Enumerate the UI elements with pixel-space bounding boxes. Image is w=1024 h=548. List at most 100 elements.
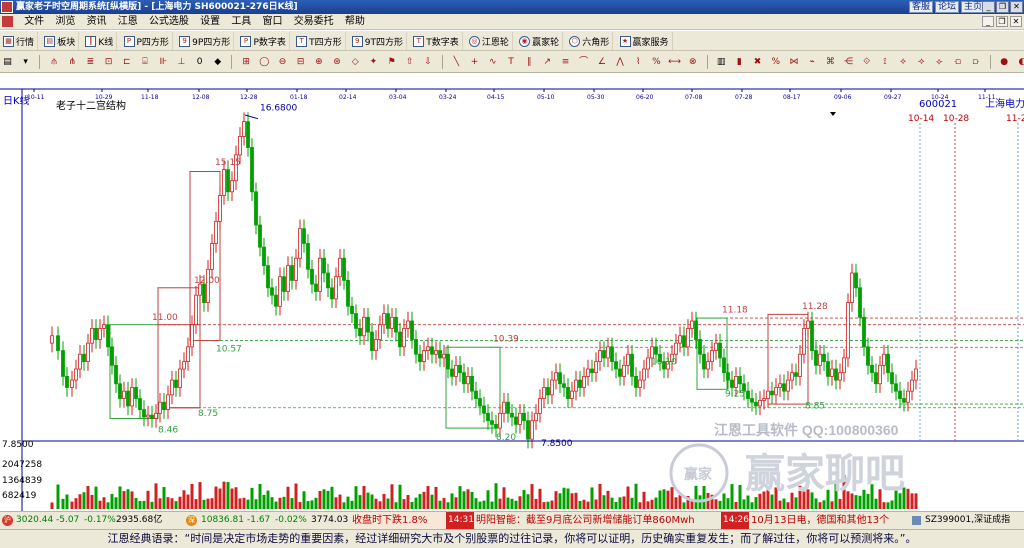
pin-icon[interactable]: ⊥: [175, 55, 188, 69]
news-ticker-1[interactable]: 收盘时下跌1.8%: [352, 512, 444, 529]
measure-tool-icon[interactable]: ⟷: [668, 55, 681, 69]
kline-chart-panel[interactable]: 10-11 10-29 11-18 12-08 12-28 01-18 02-14 03-04…: [0, 73, 1024, 511]
volume-bar: [226, 482, 230, 509]
sectors-button[interactable]: ▤ 板块: [41, 32, 80, 50]
t-table-button[interactable]: T T数字表: [410, 32, 463, 50]
percent-icon[interactable]: %: [769, 55, 782, 69]
menu-formula-screen[interactable]: 公式选股: [145, 14, 193, 30]
spiral-icon[interactable]: ⊛: [331, 55, 344, 69]
bias-icon[interactable]: ⟢: [915, 55, 928, 69]
text-tool-icon[interactable]: T: [504, 55, 517, 69]
mdi-restore-button[interactable]: ❐: [996, 16, 1008, 27]
arc-tool-icon[interactable]: ⌒: [577, 55, 590, 69]
percent-tool-icon[interactable]: %: [650, 55, 663, 69]
menu-app-icon[interactable]: [0, 14, 17, 30]
candle-body: [478, 398, 482, 407]
kline-chart[interactable]: 10-11 10-29 11-18 12-08 12-28 01-18 02-14 03-04…: [0, 73, 1024, 511]
vol-icon[interactable]: ▮: [733, 55, 746, 69]
obv-icon[interactable]: ⟟: [878, 55, 891, 69]
hexagon-button[interactable]: ⬡ 六角形: [566, 32, 614, 50]
volume-bar: [406, 494, 410, 509]
wave-tool-icon[interactable]: ∿: [486, 55, 499, 69]
status-index-code[interactable]: SZ399001,深证成指: [925, 512, 1010, 529]
circle-icon[interactable]: ◯: [258, 55, 271, 69]
line-tool-icon[interactable]: ╲: [450, 55, 463, 69]
diamond-icon[interactable]: ◆: [211, 55, 224, 69]
t-square-button[interactable]: T T四方形: [293, 32, 346, 50]
zero-icon[interactable]: 0: [193, 55, 206, 69]
up-arrow-icon[interactable]: ⇧: [403, 55, 416, 69]
layout-icon[interactable]: ▤: [1, 55, 14, 69]
menu-help[interactable]: 帮助: [341, 14, 369, 30]
flag-icon[interactable]: ⚑: [385, 55, 398, 69]
minimize-window-button[interactable]: _: [982, 1, 995, 13]
indicator-icon[interactable]: ▥: [715, 55, 728, 69]
9t-square-button[interactable]: 9 9T四方形: [349, 32, 408, 50]
kdj-icon[interactable]: ⌁: [806, 55, 819, 69]
forum-link[interactable]: 论坛: [935, 1, 960, 13]
period-label[interactable]: 日K线: [3, 94, 30, 107]
channel-icon[interactable]: ≣: [84, 55, 97, 69]
dropdown-arrow-icon[interactable]: ▾: [19, 55, 32, 69]
psy-icon[interactable]: ⟤: [951, 55, 964, 69]
rsi-icon[interactable]: ⌘: [824, 55, 837, 69]
mdi-minimize-button[interactable]: _: [982, 16, 994, 27]
macd-icon[interactable]: ✖: [751, 55, 764, 69]
menu-gann[interactable]: 江恩: [114, 14, 142, 30]
menu-file[interactable]: 文件: [20, 14, 48, 30]
bracket-icon[interactable]: ⊏: [120, 55, 133, 69]
fan-icon[interactable]: ⋔: [66, 55, 79, 69]
cycle-tool-icon[interactable]: ⌇: [632, 55, 645, 69]
rhombus-icon[interactable]: ◇: [349, 55, 362, 69]
customer-service-link[interactable]: 客服: [909, 1, 934, 13]
grid-lines-icon[interactable]: ⊟: [294, 55, 307, 69]
gann-square-icon[interactable]: ⊞: [240, 55, 253, 69]
ellipse-icon[interactable]: ⊖: [276, 55, 289, 69]
winner-wheel-button[interactable]: ◉ 赢家轮: [516, 32, 564, 50]
target-icon[interactable]: ⊕: [312, 55, 325, 69]
sz-index-value[interactable]: 10836.81: [201, 512, 244, 529]
sh-index-value[interactable]: 3020.44: [16, 512, 53, 529]
menu-trade[interactable]: 交易委托: [290, 14, 338, 30]
menu-settings[interactable]: 设置: [196, 14, 224, 30]
split-icon[interactable]: ⊪: [157, 55, 170, 69]
mdi-close-button[interactable]: ✕: [1010, 16, 1022, 27]
news-ticker-3[interactable]: 10月13日电，德国和其他13个: [751, 512, 909, 529]
maximize-window-button[interactable]: ❐: [996, 1, 1009, 13]
wr-icon[interactable]: ⟐: [860, 55, 873, 69]
dmi-icon[interactable]: ⟡: [897, 55, 910, 69]
zigzag-tool-icon[interactable]: ⋀: [614, 55, 627, 69]
pattern-tool-icon[interactable]: ⊗: [686, 55, 699, 69]
boll-icon[interactable]: ⋲: [842, 55, 855, 69]
p-square-button[interactable]: P P四方形: [121, 32, 173, 50]
palette-icon[interactable]: ◐: [1016, 55, 1024, 69]
gann-wheel-button[interactable]: ◎ 江恩轮: [466, 32, 513, 50]
ma-icon[interactable]: ⋈: [787, 55, 800, 69]
cross-tool-icon[interactable]: +: [468, 55, 481, 69]
fib-tool-icon[interactable]: ≡: [559, 55, 572, 69]
star-icon[interactable]: ✦: [367, 55, 380, 69]
menu-tools[interactable]: 工具: [227, 14, 255, 30]
chart-dropdown-icon[interactable]: [830, 112, 836, 116]
roc-icon[interactable]: ⟥: [969, 55, 982, 69]
parallel-tool-icon[interactable]: ∥: [523, 55, 536, 69]
angle-tool-icon[interactable]: ∠: [595, 55, 608, 69]
down-arrow-icon[interactable]: ⇩: [422, 55, 435, 69]
cci-icon[interactable]: ⟣: [933, 55, 946, 69]
stairs-icon[interactable]: ⌸: [139, 55, 152, 69]
9p-square-button[interactable]: 9 9P四方形: [176, 32, 235, 50]
quotes-button[interactable]: ▦ 行情: [0, 32, 39, 50]
kline-button[interactable]: ┃ K线: [82, 32, 118, 50]
menu-info[interactable]: 资讯: [83, 14, 111, 30]
menu-browse[interactable]: 浏览: [51, 14, 79, 30]
close-window-button[interactable]: ✕: [1010, 1, 1023, 13]
news-ticker-2[interactable]: 明阳智能：截至9月底公司新增储能订单860Mwh: [476, 512, 720, 529]
box-icon[interactable]: ⊡: [102, 55, 115, 69]
service-button[interactable]: ★ 赢家服务: [617, 32, 673, 50]
fork-icon[interactable]: ⫛: [48, 55, 61, 69]
p-table-button[interactable]: P P数字表: [237, 32, 290, 50]
color-picker-icon[interactable]: ●: [998, 55, 1011, 69]
volume-bar: [394, 502, 398, 509]
ray-tool-icon[interactable]: ↗: [541, 55, 554, 69]
menu-window[interactable]: 窗口: [259, 14, 287, 30]
